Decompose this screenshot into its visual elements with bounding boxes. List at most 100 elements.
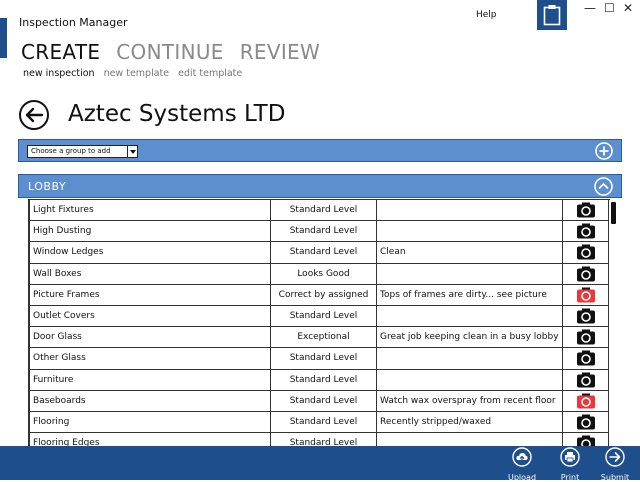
clipboard-icon (543, 5, 561, 26)
note-field[interactable] (376, 262, 563, 285)
subtab-new-template[interactable]: new template (104, 68, 170, 79)
footer-toolbar: Upload Print Submit (0, 446, 640, 482)
item-name: Baseboards (29, 389, 271, 412)
item-name: Other Glass (29, 347, 271, 370)
photo-cell (562, 389, 610, 412)
item-name: Light Fixtures (29, 199, 271, 222)
item-name: Flooring (29, 410, 271, 434)
level-select[interactable]: Looks Good (270, 262, 377, 285)
level-select[interactable]: Standard Level (270, 199, 377, 222)
back-button[interactable] (19, 100, 49, 130)
tab-continue[interactable]: CONTINUE (116, 40, 223, 64)
add-group-button[interactable] (595, 142, 613, 160)
minimize-button[interactable]: — (584, 1, 596, 15)
camera-icon[interactable] (576, 287, 596, 303)
level-select[interactable]: Exceptional (270, 326, 377, 349)
level-select[interactable]: Standard Level (270, 304, 377, 328)
note-field[interactable] (376, 432, 563, 446)
maximize-button[interactable]: ☐ (604, 1, 615, 15)
collapse-icon[interactable] (594, 177, 613, 196)
item-name: Outlet Covers (29, 304, 271, 328)
submit-label: Submit (600, 473, 630, 482)
table-row: Baseboards Standard Level Watch wax oversp… (29, 389, 610, 412)
table-row: Flooring Standard Level Recently stripped/… (29, 410, 610, 434)
upload-button[interactable]: Upload (502, 447, 542, 482)
camera-icon[interactable] (576, 329, 596, 345)
camera-icon[interactable] (576, 393, 596, 409)
scrollbar-thumb[interactable] (611, 202, 616, 224)
note-field[interactable] (376, 304, 563, 328)
subtab-edit-template[interactable]: edit template (178, 68, 242, 79)
note-field[interactable] (376, 199, 563, 222)
tab-create[interactable]: CREATE (21, 40, 100, 64)
camera-icon[interactable] (576, 202, 596, 218)
item-name: Flooring Edges (29, 432, 271, 446)
photo-cell (562, 199, 610, 222)
help-link[interactable]: Help (476, 10, 497, 20)
camera-icon[interactable] (576, 414, 596, 430)
item-name: Window Ledges (29, 241, 271, 264)
level-select[interactable]: Standard Level (270, 368, 377, 391)
group-bar: Choose a group to add (18, 139, 622, 162)
note-field[interactable]: Great job keeping clean in a busy lobby (376, 326, 563, 349)
note-field[interactable] (376, 220, 563, 243)
table-row: Picture Frames Correct by assigned Tops of… (29, 283, 610, 306)
item-name: Door Glass (29, 326, 271, 349)
section-header[interactable]: LOBBY (18, 174, 622, 198)
note-field[interactable] (376, 368, 563, 391)
level-select[interactable]: Standard Level (270, 432, 377, 446)
sub-nav: new inspection new template edit templat… (23, 68, 242, 79)
item-name: High Dusting (29, 220, 271, 243)
camera-icon[interactable] (576, 266, 596, 282)
camera-icon[interactable] (576, 372, 596, 388)
camera-icon[interactable] (576, 244, 596, 260)
level-select[interactable]: Standard Level (270, 241, 377, 264)
group-select[interactable]: Choose a group to add (27, 145, 138, 158)
photo-cell (562, 410, 610, 434)
level-select[interactable]: Standard Level (270, 389, 377, 412)
print-label: Print (560, 473, 580, 482)
section-title: LOBBY (28, 180, 67, 193)
item-name: Wall Boxes (29, 262, 271, 285)
table-row: Flooring Edges Standard Level (29, 432, 610, 446)
main-nav: CREATE CONTINUE REVIEW (21, 40, 320, 64)
table-row: Window Ledges Standard Level Clean (29, 241, 610, 264)
note-field[interactable]: Tops of frames are dirty... see picture (376, 283, 563, 306)
note-field[interactable] (376, 347, 563, 370)
camera-icon[interactable] (576, 308, 596, 324)
camera-icon[interactable] (576, 435, 596, 446)
arrow-left-icon (25, 107, 44, 123)
table-scrollbar[interactable] (608, 200, 618, 446)
level-select[interactable]: Standard Level (270, 410, 377, 434)
note-field[interactable]: Watch wax overspray from recent floor (376, 389, 563, 412)
table-row: Door Glass Exceptional Great job keeping c… (29, 326, 610, 349)
photo-cell (562, 283, 610, 306)
photo-cell (562, 220, 610, 243)
submit-button[interactable]: Submit (595, 447, 635, 482)
photo-cell (562, 347, 610, 370)
print-button[interactable]: Print (550, 447, 590, 482)
table-row: Wall Boxes Looks Good (29, 262, 610, 285)
close-button[interactable]: ✕ (623, 1, 633, 15)
subtab-new-inspection[interactable]: new inspection (23, 68, 95, 79)
note-field[interactable]: Recently stripped/waxed (376, 410, 563, 434)
table-row: Other Glass Standard Level (29, 347, 610, 370)
camera-icon[interactable] (576, 350, 596, 366)
app-title: Inspection Manager (19, 16, 128, 29)
camera-icon[interactable] (576, 223, 596, 239)
page-title: Aztec Systems LTD (68, 101, 286, 127)
level-select[interactable]: Standard Level (270, 220, 377, 243)
level-select[interactable]: Correct by assigned (270, 283, 377, 306)
photo-cell (562, 432, 610, 446)
clipboard-button[interactable] (537, 0, 567, 30)
photo-cell (562, 326, 610, 349)
level-select[interactable]: Standard Level (270, 347, 377, 370)
table-row: Light Fixtures Standard Level (29, 199, 610, 222)
table-row: Outlet Covers Standard Level (29, 304, 610, 328)
tab-review[interactable]: REVIEW (240, 40, 320, 64)
cloud-upload-icon (512, 447, 532, 467)
item-name: Picture Frames (29, 283, 271, 306)
note-field[interactable]: Clean (376, 241, 563, 264)
inspection-table: Light Fixtures Standard Level High Dusting… (28, 199, 620, 446)
item-name: Furniture (29, 368, 271, 391)
